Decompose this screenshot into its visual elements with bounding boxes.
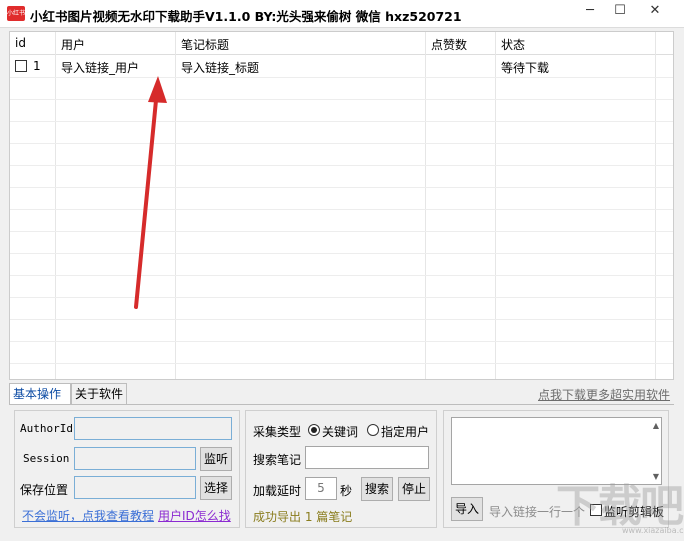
- watermark-logo: 下载吧: [556, 481, 684, 532]
- radio-user-label[interactable]: 指定用户: [381, 423, 429, 440]
- window-title: 小红书图片视频无水印下载助手V1.1.0 BY:光头强来偷树 微信 hxz520…: [30, 9, 462, 24]
- watermark-url: www.xiazaiba.com: [622, 526, 684, 535]
- status-text: 成功导出 1 篇笔记: [253, 510, 353, 524]
- column-header-id[interactable]: id: [15, 36, 26, 50]
- cell-title: 导入链接_标题: [181, 61, 260, 75]
- annotation-arrow-icon: [134, 76, 167, 309]
- import-button[interactable]: 导入: [451, 497, 483, 521]
- cell-id: 1: [33, 59, 41, 73]
- radio-keyword-label[interactable]: 关键词: [322, 423, 358, 440]
- session-label: Session: [23, 452, 70, 465]
- notes-table[interactable]: id 用户 笔记标题 点赞数 状态 1 导入链接_用户 导入链接_标题 等待下载: [9, 31, 674, 380]
- userid-help-link[interactable]: 用户ID怎么找: [158, 507, 231, 524]
- cell-status: 等待下载: [501, 61, 550, 75]
- radio-user[interactable]: [367, 424, 379, 436]
- collect-type-label: 采集类型: [253, 425, 302, 439]
- search-notes-input[interactable]: [305, 446, 429, 469]
- column-header-title[interactable]: 笔记标题: [181, 36, 229, 53]
- authorid-label: AuthorId: [20, 422, 73, 435]
- stop-button[interactable]: 停止: [398, 477, 430, 501]
- tab-about[interactable]: 关于软件: [71, 383, 127, 405]
- tab-basic[interactable]: 基本操作: [9, 383, 71, 406]
- delay-label: 加载延时: [253, 484, 302, 498]
- table-header: [10, 32, 673, 55]
- tutorial-link[interactable]: 不会监听，点我查看教程: [22, 507, 154, 524]
- title-bar: 小红书 小红书图片视频无水印下载助手V1.1.0 BY:光头强来偷树 微信 hx…: [0, 0, 684, 28]
- row-checkbox[interactable]: [15, 60, 27, 72]
- choose-button[interactable]: 选择: [200, 476, 232, 500]
- close-button[interactable]: ✕: [640, 0, 670, 24]
- minimize-button[interactable]: ─: [575, 0, 605, 24]
- maximize-button[interactable]: ☐: [605, 0, 635, 24]
- radio-keyword[interactable]: [308, 424, 320, 436]
- column-header-likes[interactable]: 点赞数: [431, 36, 467, 53]
- session-input[interactable]: [74, 447, 196, 470]
- scroll-up-icon[interactable]: ▲: [653, 421, 659, 430]
- delay-unit: 秒: [340, 484, 353, 498]
- authorid-input[interactable]: [74, 417, 232, 440]
- monitor-button[interactable]: 监听: [200, 447, 232, 471]
- save-location-input[interactable]: [74, 476, 196, 499]
- search-button[interactable]: 搜索: [361, 477, 393, 501]
- download-more-link[interactable]: 点我下载更多超实用软件: [538, 386, 670, 403]
- column-header-status[interactable]: 状态: [501, 36, 525, 53]
- column-header-user[interactable]: 用户: [61, 36, 85, 53]
- save-location-label: 保存位置: [20, 483, 69, 497]
- search-notes-label: 搜索笔记: [253, 453, 302, 467]
- app-icon: 小红书: [7, 6, 25, 21]
- delay-input[interactable]: 5: [305, 477, 337, 500]
